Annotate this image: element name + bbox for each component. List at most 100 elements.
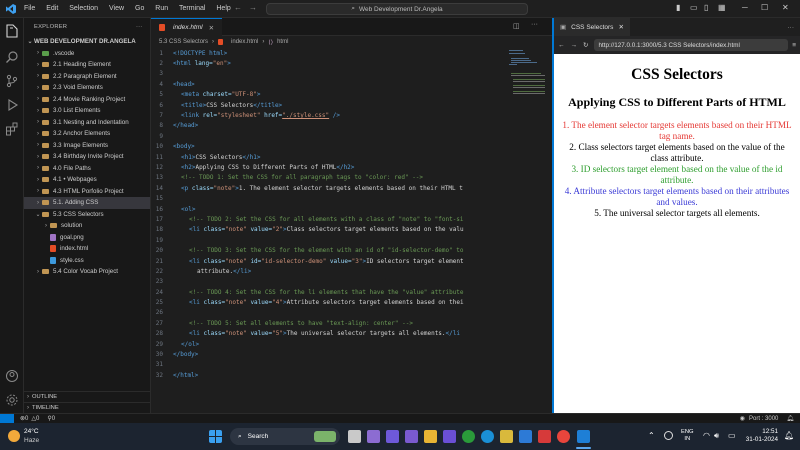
minimap[interactable] (509, 48, 545, 108)
task-view-icon[interactable] (348, 430, 361, 443)
live-server-port[interactable]: Port : 3000 (749, 416, 778, 422)
teams-app-icon[interactable] (386, 430, 399, 443)
tree-item[interactable]: goal.png (24, 232, 150, 244)
onedrive-icon[interactable] (664, 431, 673, 440)
close-icon[interactable]: ✕ (782, 3, 789, 12)
notifications-bell-icon[interactable]: 🔔︎ (786, 415, 794, 422)
outline-section[interactable]: › OUTLINE (24, 391, 151, 402)
calculator-app-icon[interactable] (519, 430, 532, 443)
editor-more-icon[interactable]: ··· (531, 21, 538, 28)
tree-item[interactable]: › 3.2 Anchor Elements (24, 128, 150, 140)
forward-arrow-icon[interactable]: → (571, 42, 578, 49)
menu-run[interactable]: Run (155, 5, 168, 12)
close-tab-icon[interactable]: ✕ (209, 24, 214, 32)
more-actions-icon[interactable]: ··· (136, 24, 142, 30)
tree-item[interactable]: › 4.3 HTML Porfolio Project (24, 186, 150, 198)
command-center-search[interactable]: ⌕ Web Development Dr.Angela (266, 3, 528, 15)
line-number: 1 (159, 49, 163, 57)
tree-item[interactable]: ⌄ 5.3 CSS Selectors (24, 209, 150, 221)
store-app-icon[interactable] (443, 430, 456, 443)
url-input[interactable]: http://127.0.0.1:3000/5.3 CSS Selectors/… (594, 39, 788, 51)
ports-count[interactable]: 0 (52, 416, 55, 422)
tab-index-html[interactable]: index.html ✕ (151, 18, 223, 36)
run-debug-icon[interactable] (5, 98, 19, 112)
show-hidden-icons-chevron-icon[interactable]: ⌃ (648, 431, 655, 440)
forward-arrow-icon[interactable]: → (249, 3, 257, 12)
explorer-icon[interactable] (5, 24, 19, 38)
folder-icon (42, 211, 49, 217)
edge-browser-icon[interactable] (462, 430, 475, 443)
tree-item[interactable]: › .vscode (24, 48, 150, 60)
menu-view[interactable]: View (109, 5, 124, 12)
tree-item[interactable]: › 2.2 Paragraph Element (24, 71, 150, 83)
folder-app-icon[interactable] (500, 430, 513, 443)
tree-item[interactable]: style.css (24, 255, 150, 267)
breadcrumb-file[interactable]: index.html (231, 39, 258, 45)
close-tab-icon[interactable]: ✕ (618, 23, 623, 31)
back-arrow-icon[interactable]: ← (234, 3, 242, 12)
notification-center-bell-icon[interactable]: 🔔︎ (784, 431, 794, 440)
breadcrumb-folder[interactable]: 5.3 CSS Selectors (159, 39, 208, 45)
tree-item[interactable]: › 2.1 Heading Element (24, 59, 150, 71)
tree-item[interactable]: › 5.4 Color Vocab Project (24, 266, 150, 278)
tree-item[interactable]: › 2.3 Void Elements (24, 82, 150, 94)
clock[interactable]: 12:51 31-01-2024 (742, 428, 778, 444)
tree-item[interactable]: › 4.0 File Paths (24, 163, 150, 175)
chat-app-icon[interactable] (405, 430, 418, 443)
tree-item[interactable]: index.html (24, 243, 150, 255)
browser-app-icon[interactable] (481, 430, 494, 443)
menu-go[interactable]: Go (135, 5, 144, 12)
browser-more-icon[interactable]: ··· (788, 24, 795, 31)
toggle-panel-icon[interactable]: ▭ (690, 3, 698, 12)
warning-count[interactable]: 0 (36, 416, 39, 422)
menu-edit[interactable]: Edit (46, 5, 58, 12)
taskbar-search[interactable]: ⌕ Search (230, 428, 340, 445)
language-indicator[interactable]: ENG IN (681, 429, 694, 443)
tree-item[interactable]: › 3.3 Image Elements (24, 140, 150, 152)
reload-icon[interactable]: ↻ (583, 41, 588, 49)
manage-gear-icon[interactable] (5, 393, 19, 407)
tree-item[interactable]: › 4.1 • Webpages (24, 174, 150, 186)
folder-icon (42, 108, 49, 114)
remote-icon[interactable] (0, 413, 14, 424)
toggle-sidebar-icon[interactable]: ▮ (676, 3, 680, 12)
windows-start-icon[interactable] (209, 430, 222, 443)
widgets-app-icon[interactable] (367, 430, 380, 443)
error-count[interactable]: 0 (25, 416, 28, 422)
tree-item[interactable]: › 3.4 Birthday Invite Project (24, 151, 150, 163)
maximize-icon[interactable]: ☐ (761, 3, 768, 12)
code-text: <li (189, 299, 200, 307)
menu-icon[interactable]: ≡ (792, 42, 796, 49)
workspace-root[interactable]: ⌄ WEB DEVELOPMENT DR.ANGELA (24, 36, 150, 48)
tab-css-selectors[interactable]: ▣ CSS Selectors ✕ (554, 18, 630, 36)
chrome-browser-icon[interactable] (557, 430, 570, 443)
extensions-icon[interactable] (5, 122, 19, 136)
volume-icon[interactable]: 🔊︎ (714, 431, 719, 441)
tree-item[interactable]: › 5.1. Adding CSS (24, 197, 150, 209)
wifi-icon[interactable]: ◠ (703, 431, 710, 440)
menu-selection[interactable]: Selection (69, 5, 98, 12)
toggle-secondary-sidebar-icon[interactable]: ▯ (704, 3, 708, 12)
timeline-section[interactable]: › TIMELINE (24, 402, 151, 413)
menu-help[interactable]: Help (216, 5, 230, 12)
tree-item[interactable]: › solution (24, 220, 150, 232)
weather-widget[interactable]: 24°C Haze (8, 428, 68, 446)
code-editor[interactable]: 1 <!DOCTYPE html> 2 <html lang="en"> 3 4 <h… (151, 48, 511, 381)
menu-terminal[interactable]: Terminal (179, 5, 205, 12)
tree-item[interactable]: › 3.0 List Elements (24, 105, 150, 117)
vscode-app-icon[interactable] (577, 430, 590, 443)
back-arrow-icon[interactable]: ← (558, 42, 565, 49)
layout-icon[interactable]: ▦ (718, 3, 726, 12)
battery-icon[interactable]: ▭ (728, 431, 736, 440)
tree-item[interactable]: › 2.4 Movie Ranking Project (24, 94, 150, 106)
mcafee-app-icon[interactable] (538, 430, 551, 443)
source-control-icon[interactable] (5, 74, 19, 88)
account-icon[interactable] (5, 369, 19, 383)
split-editor-icon[interactable]: ◫ (513, 22, 520, 30)
minimize-icon[interactable]: ─ (742, 3, 748, 12)
menu-file[interactable]: File (24, 5, 35, 12)
tree-item[interactable]: › 3.1 Nesting and Indentation (24, 117, 150, 129)
file-explorer-icon[interactable] (424, 430, 437, 443)
search-icon[interactable] (5, 50, 19, 64)
breadcrumb-symbol[interactable]: html (277, 39, 288, 45)
